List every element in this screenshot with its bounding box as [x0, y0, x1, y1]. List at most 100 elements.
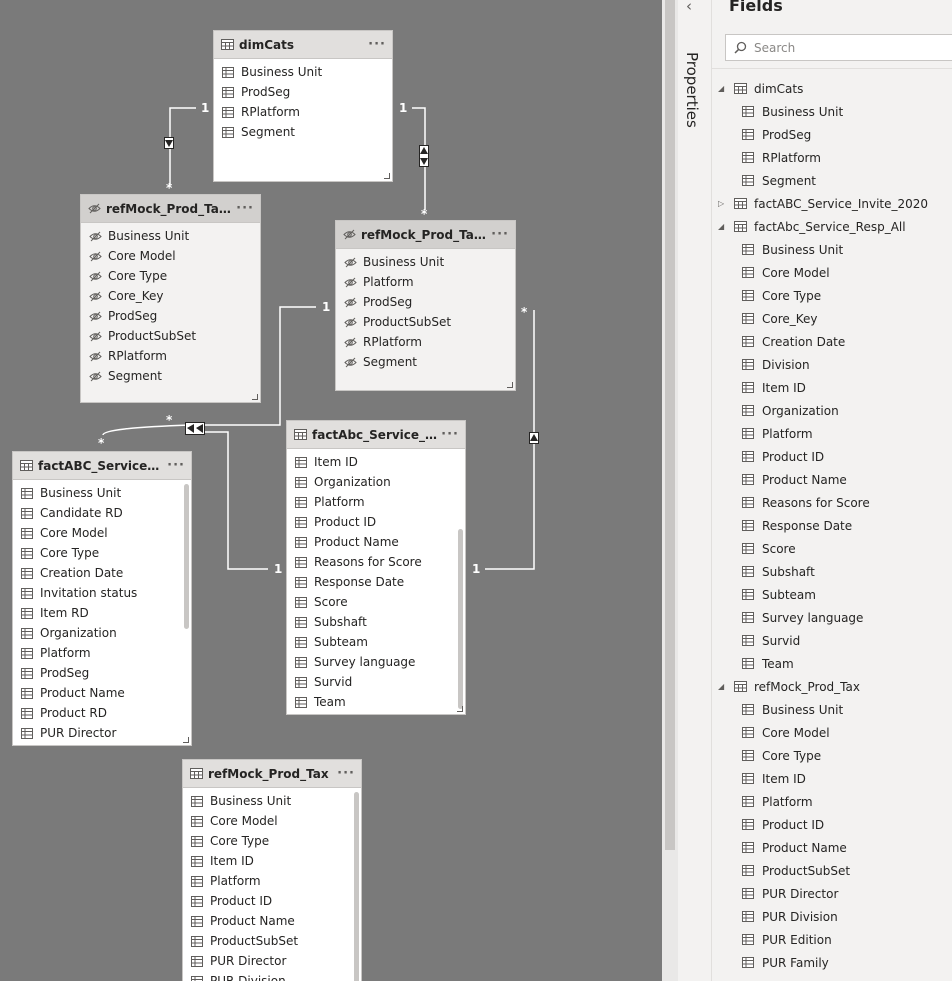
field-row[interactable]: Item ID	[287, 452, 465, 472]
field-row[interactable]: Core_Key	[81, 286, 260, 306]
model-canvas[interactable]: 1 * 1 * 1 * * 1 1 * dimCats ··· Business U…	[0, 0, 662, 981]
field-row[interactable]: Item RD	[13, 603, 191, 623]
field-row[interactable]: Product Name	[13, 683, 191, 703]
table-header[interactable]: refMock_Prod_Tax ···	[183, 760, 361, 788]
table-header[interactable]: factAbc_Service_Res... ···	[287, 421, 465, 449]
canvas-scrollbar[interactable]	[662, 0, 678, 981]
properties-title[interactable]: Properties	[683, 52, 701, 128]
filter-direction-single[interactable]	[164, 137, 174, 149]
field-row[interactable]: RPlatform	[336, 332, 515, 352]
table-card-resp[interactable]: factAbc_Service_Res... ··· Item ID Organiza…	[286, 420, 466, 715]
field-row[interactable]: Product ID	[183, 891, 361, 911]
search-box[interactable]	[725, 34, 952, 61]
table-scrollbar[interactable]	[184, 484, 189, 629]
scrollbar-thumb[interactable]	[665, 0, 675, 850]
field-row[interactable]: Segment	[81, 366, 260, 386]
tree-field-item[interactable]: Core Type	[712, 284, 952, 307]
tree-field-item[interactable]: PUR Division	[712, 905, 952, 928]
field-row[interactable]: Core Model	[81, 246, 260, 266]
field-row[interactable]: Business Unit	[13, 483, 191, 503]
search-input[interactable]	[754, 40, 934, 55]
tree-field-item[interactable]: PUR Edition	[712, 928, 952, 951]
field-row[interactable]: Organization	[13, 623, 191, 643]
tree-field-item[interactable]: Creation Date	[712, 330, 952, 353]
table-card-invite[interactable]: factABC_Service_Invi... ··· Business Unit C…	[12, 451, 192, 746]
caret-down-icon[interactable]: ◢	[718, 84, 728, 93]
tree-field-item[interactable]: Organization	[712, 399, 952, 422]
field-row[interactable]: ProductSubSet	[183, 931, 361, 951]
table-card-taxpl[interactable]: refMock_Prod_TaxPl... ··· Business Unit Pla…	[335, 220, 516, 391]
tree-field-item[interactable]: Platform	[712, 790, 952, 813]
field-row[interactable]: ProdSeg	[13, 663, 191, 683]
field-row[interactable]: ProductSubSet	[336, 312, 515, 332]
tree-table-item[interactable]: ◢ dimCats	[712, 77, 952, 100]
table-header[interactable]: factABC_Service_Invi... ···	[13, 452, 191, 480]
field-row[interactable]: RPlatform	[81, 346, 260, 366]
tree-field-item[interactable]: Core Model	[712, 721, 952, 744]
field-row[interactable]: Core Type	[81, 266, 260, 286]
tree-field-item[interactable]: RPlatform	[712, 146, 952, 169]
field-row[interactable]: Reasons for Score	[287, 552, 465, 572]
field-row[interactable]: Platform	[13, 643, 191, 663]
tree-field-item[interactable]: Business Unit	[712, 238, 952, 261]
field-row[interactable]: Invitation status	[13, 583, 191, 603]
more-options-icon[interactable]: ···	[337, 766, 355, 781]
table-header[interactable]: refMock_Prod_TaxCore ···	[81, 195, 260, 223]
tree-field-item[interactable]: Product Name	[712, 468, 952, 491]
tree-field-item[interactable]: Product Name	[712, 836, 952, 859]
tree-field-item[interactable]: PUR Family	[712, 951, 952, 974]
properties-pane[interactable]: ‹ Properties	[678, 0, 712, 981]
resize-handle[interactable]	[457, 706, 463, 712]
field-row[interactable]: Item ID	[183, 851, 361, 871]
field-row[interactable]: Core Model	[13, 523, 191, 543]
field-row[interactable]: PUR Director	[183, 951, 361, 971]
table-card-tax[interactable]: refMock_Prod_Tax ··· Business Unit Core Mod…	[182, 759, 362, 981]
chevron-left-icon[interactable]: ‹	[686, 0, 692, 15]
table-scrollbar[interactable]	[458, 529, 463, 709]
field-row[interactable]: Core Type	[13, 543, 191, 563]
field-row[interactable]: Subshaft	[287, 612, 465, 632]
tree-field-item[interactable]: Business Unit	[712, 100, 952, 123]
field-row[interactable]: Business Unit	[81, 226, 260, 246]
tree-field-item[interactable]: Subshaft	[712, 560, 952, 583]
field-row[interactable]: Business Unit	[183, 791, 361, 811]
more-options-icon[interactable]: ···	[167, 458, 185, 473]
tree-field-item[interactable]: Survey language	[712, 606, 952, 629]
tree-field-item[interactable]: Subteam	[712, 583, 952, 606]
filter-direction-both[interactable]	[419, 145, 429, 167]
field-row[interactable]: Organization	[287, 472, 465, 492]
resize-handle[interactable]	[384, 173, 390, 179]
field-row[interactable]: Core Model	[183, 811, 361, 831]
caret-down-icon[interactable]: ◢	[718, 682, 728, 691]
tree-table-item[interactable]: ◢ factAbc_Service_Resp_All	[712, 215, 952, 238]
tree-table-item[interactable]: ▷ factABC_Service_Invite_2020	[712, 192, 952, 215]
field-row[interactable]: Platform	[183, 871, 361, 891]
tree-field-item[interactable]: Core_Key	[712, 307, 952, 330]
field-row[interactable]: Candidate RD	[13, 503, 191, 523]
field-row[interactable]: ProductSubSet	[81, 326, 260, 346]
field-row[interactable]: Segment	[336, 352, 515, 372]
tree-field-item[interactable]: PUR Director	[712, 882, 952, 905]
field-row[interactable]: Score	[287, 592, 465, 612]
tree-field-item[interactable]: Segment	[712, 169, 952, 192]
table-scrollbar[interactable]	[354, 792, 359, 981]
filter-direction-both[interactable]	[185, 422, 205, 435]
tree-field-item[interactable]: Division	[712, 353, 952, 376]
field-row[interactable]: Subteam	[287, 632, 465, 652]
tree-field-item[interactable]: Item ID	[712, 767, 952, 790]
field-row[interactable]: RPlatform	[214, 102, 392, 122]
more-options-icon[interactable]: ···	[491, 227, 509, 242]
filter-direction-single[interactable]	[529, 432, 539, 444]
tree-field-item[interactable]: Platform	[712, 422, 952, 445]
tree-field-item[interactable]: Reasons for Score	[712, 491, 952, 514]
field-row[interactable]: Core Type	[183, 831, 361, 851]
tree-field-item[interactable]: Item ID	[712, 376, 952, 399]
field-row[interactable]: Team	[287, 692, 465, 712]
tree-field-item[interactable]: Survid	[712, 629, 952, 652]
field-row[interactable]: ProdSeg	[214, 82, 392, 102]
field-row[interactable]: Business Unit	[336, 252, 515, 272]
more-options-icon[interactable]: ···	[441, 427, 459, 442]
tree-field-item[interactable]: Product ID	[712, 813, 952, 836]
table-header[interactable]: dimCats ···	[214, 31, 392, 59]
tree-field-item[interactable]: ProdSeg	[712, 123, 952, 146]
